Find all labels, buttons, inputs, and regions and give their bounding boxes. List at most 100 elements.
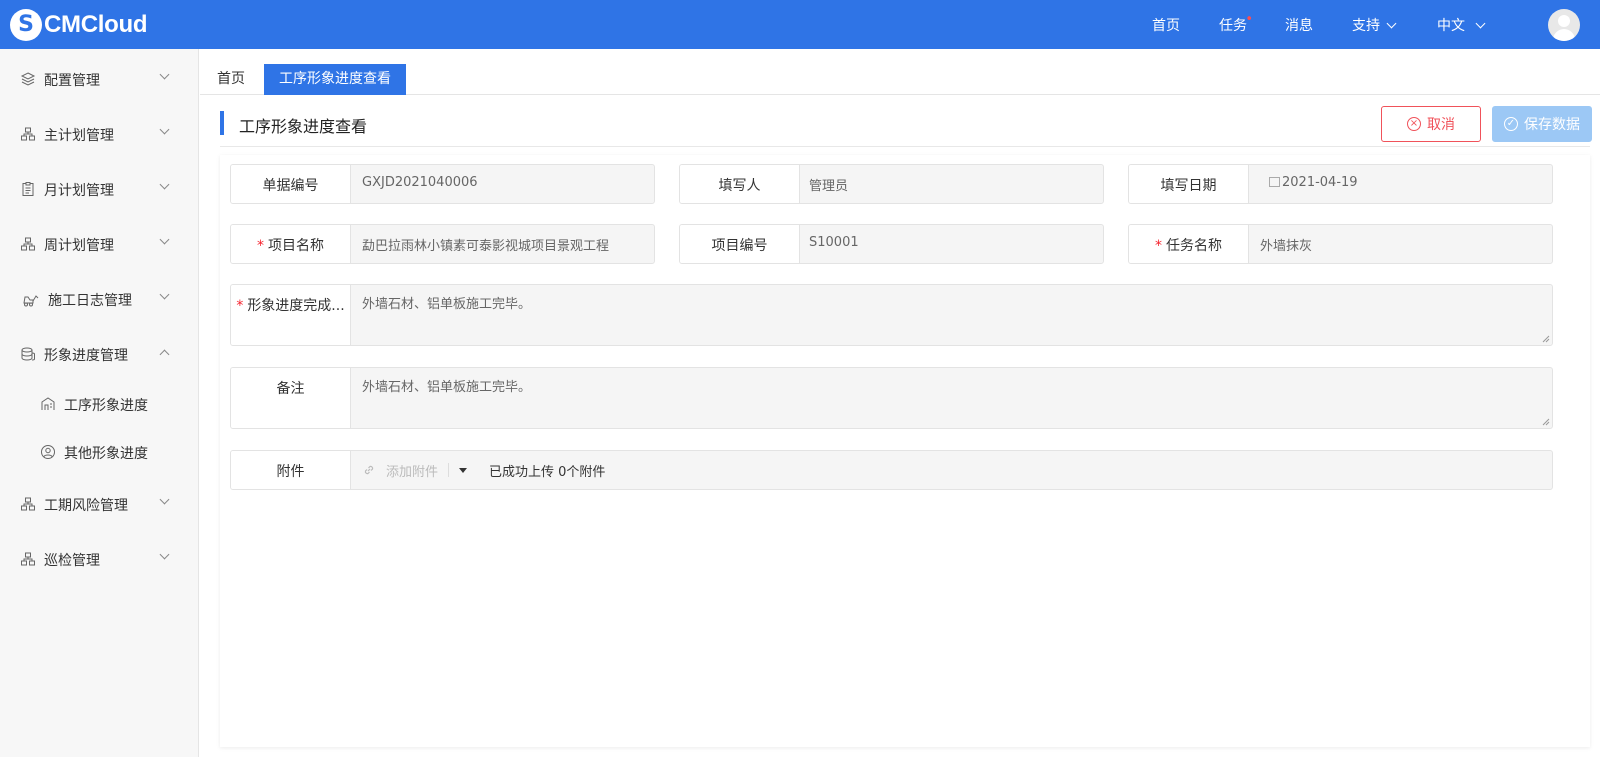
field-label: 备注 (231, 368, 351, 428)
logo-text: CMCloud (44, 11, 148, 38)
project-no-value: S10001 (809, 235, 859, 250)
sidebar-item-label: 巡检管理 (44, 553, 100, 569)
sidebar-item-week-plan[interactable]: 周计划管理 (0, 224, 199, 264)
tab-process-progress-view[interactable]: 工序形象进度查看 (264, 64, 406, 95)
nav-tasks-label: 任务 (1219, 18, 1247, 34)
org-chart-icon (21, 497, 35, 511)
save-button[interactable]: ✓ 保存数据 (1492, 106, 1592, 142)
attachment-field: 附件 添加附件 已成功上传 0个附件 (230, 450, 1553, 490)
add-attachment-button[interactable]: 添加附件 (362, 461, 438, 480)
chevron-down-icon (159, 494, 170, 505)
chevron-down-icon (159, 234, 170, 245)
filler-field: 填写人 管理员 (679, 164, 1104, 204)
page-header: 工序形象进度查看 × 取消 ✓ 保存数据 (220, 105, 1592, 147)
divider (448, 463, 450, 477)
fill-date-value: 2021-04-19 (1269, 175, 1358, 190)
required-mark: * (1155, 238, 1162, 254)
form-card: 单据编号 GXJD2021040006 填写人 管理员 填写日期 2021-04… (220, 155, 1590, 747)
link-icon (364, 465, 374, 475)
field-label: 附件 (231, 451, 351, 489)
tab-home[interactable]: 首页 (203, 64, 259, 95)
building-icon (41, 397, 55, 410)
nav-home[interactable]: 首页 (1152, 15, 1180, 35)
user-circle-icon (41, 445, 55, 459)
chevron-down-icon (159, 179, 170, 190)
excavator-icon (23, 295, 39, 307)
chevron-down-icon (159, 69, 170, 80)
resize-handle-icon[interactable] (1542, 418, 1550, 426)
task-name-value: 外墙抹灰 (1260, 239, 1313, 254)
language-switcher[interactable]: 中文 (1437, 15, 1486, 35)
doc-no-field: 单据编号 GXJD2021040006 (230, 164, 655, 204)
chevron-down-icon (1475, 18, 1486, 29)
filler-value: 管理员 (809, 179, 849, 194)
top-bar: S CMCloud 首页 任务 • 消息 支持 中文 (0, 0, 1600, 49)
field-label: * 形象进度完成... (231, 285, 351, 345)
chevron-down-icon (159, 124, 170, 135)
remark-field[interactable]: 备注 外墙石材、铝单板施工完毕。 (230, 367, 1553, 429)
sidebar-item-label: 主计划管理 (44, 128, 114, 144)
required-mark: * (257, 238, 264, 254)
field-label: 项目编号 (680, 225, 800, 263)
sidebar-item-label: 形象进度管理 (44, 348, 128, 364)
cancel-label: 取消 (1427, 117, 1455, 133)
close-circle-icon: × (1407, 117, 1421, 131)
sidebar-item-master-plan[interactable]: 主计划管理 (0, 114, 199, 154)
sidebar-subitem-process-progress[interactable]: 工序形象进度 (0, 386, 199, 422)
coins-icon (21, 347, 35, 361)
caret-down-icon[interactable] (459, 467, 468, 473)
nav-messages[interactable]: 消息 (1285, 15, 1313, 35)
task-name-field: * 任务名称 外墙抹灰 (1128, 224, 1553, 264)
nav-support-label: 支持 (1352, 18, 1380, 34)
nav-support[interactable]: 支持 (1352, 15, 1397, 35)
fill-date-field: 填写日期 2021-04-19 (1128, 164, 1553, 204)
sidebar-item-label: 配置管理 (44, 73, 100, 89)
resize-handle-icon[interactable] (1542, 335, 1550, 343)
chevron-down-icon (159, 549, 170, 560)
sidebar-item-inspection[interactable]: 巡检管理 (0, 539, 199, 579)
sidebar-subitem-label: 工序形象进度 (64, 398, 148, 414)
field-label: * 项目名称 (231, 225, 351, 263)
progress-desc-value: 外墙石材、铝单板施工完毕。 (362, 297, 532, 312)
field-label: 填写人 (680, 165, 800, 203)
sidebar-item-construction-log[interactable]: 施工日志管理 (0, 279, 199, 319)
logo-mark-icon: S (10, 9, 42, 41)
project-no-field: 项目编号 S10001 (679, 224, 1104, 264)
remark-value: 外墙石材、铝单板施工完毕。 (362, 380, 532, 395)
sidebar-item-label: 周计划管理 (44, 238, 114, 254)
sidebar-item-label: 月计划管理 (44, 183, 114, 199)
notification-dot: • (1245, 12, 1253, 27)
project-name-value: 勐巴拉雨林小镇素可泰影视城项目景观工程 (362, 239, 610, 254)
sidebar-item-label: 施工日志管理 (48, 293, 132, 309)
field-label: * 任务名称 (1129, 225, 1249, 263)
chevron-up-icon (159, 349, 170, 360)
sidebar-item-month-plan[interactable]: 月计划管理 (0, 169, 199, 209)
nav-tasks[interactable]: 任务 • (1219, 12, 1253, 35)
project-name-field: * 项目名称 勐巴拉雨林小镇素可泰影视城项目景观工程 (230, 224, 655, 264)
title-accent-bar (220, 111, 224, 135)
progress-desc-field[interactable]: * 形象进度完成... 外墙石材、铝单板施工完毕。 (230, 284, 1553, 346)
save-label: 保存数据 (1524, 117, 1580, 133)
clipboard-icon (22, 182, 34, 196)
sidebar-item-progress[interactable]: 形象进度管理 (0, 334, 199, 374)
calendar-icon (1269, 177, 1280, 187)
org-chart-icon (21, 127, 35, 141)
cancel-button[interactable]: × 取消 (1381, 106, 1481, 142)
sidebar-subitem-other-progress[interactable]: 其他形象进度 (0, 434, 199, 470)
sidebar-subitem-label: 其他形象进度 (64, 446, 148, 462)
org-chart-icon (21, 552, 35, 566)
add-attachment-label: 添加附件 (386, 464, 439, 480)
attachment-status: 已成功上传 0个附件 (489, 464, 606, 480)
doc-no-value: GXJD2021040006 (362, 175, 478, 190)
avatar[interactable] (1548, 9, 1580, 41)
sidebar-item-label: 工期风险管理 (44, 498, 128, 514)
required-mark: * (236, 298, 244, 314)
field-label: 单据编号 (231, 165, 351, 203)
logo[interactable]: S CMCloud (10, 8, 148, 42)
page-title: 工序形象进度查看 (239, 117, 368, 136)
sidebar-item-schedule-risk[interactable]: 工期风险管理 (0, 484, 199, 524)
attachment-toolbar: 添加附件 已成功上传 0个附件 (362, 451, 605, 489)
check-circle-icon: ✓ (1504, 117, 1518, 131)
chevron-down-icon (1386, 18, 1397, 29)
sidebar-item-config[interactable]: 配置管理 (0, 59, 199, 99)
